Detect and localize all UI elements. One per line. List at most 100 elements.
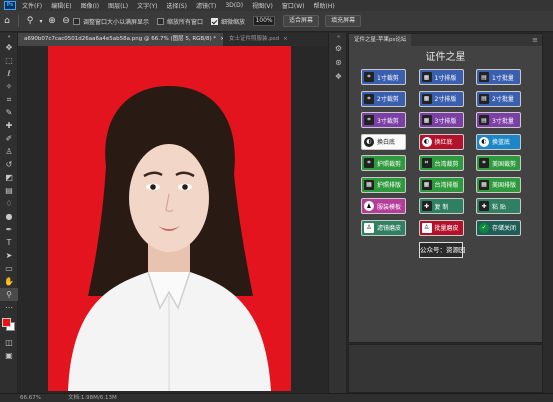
layout-1inch-button[interactable]: ▦ 1寸排版	[418, 69, 464, 85]
menu-filter[interactable]: 滤镜(T)	[196, 1, 216, 10]
menu-edit[interactable]: 编辑(E)	[51, 1, 71, 10]
zoom-tool-icon[interactable]: ⚲	[0, 288, 18, 301]
menu-file[interactable]: 文件(F)	[22, 1, 42, 10]
color-swatches[interactable]	[0, 314, 18, 336]
photoshop-window: Ps 文件(F) 编辑(E) 图像(I) 图层(L) 文字(Y) 选择(S) 滤…	[0, 0, 553, 402]
batch-3inch-button[interactable]: ▤ 3寸批量	[476, 112, 521, 128]
button-label: 美国排版	[492, 182, 517, 189]
healing-brush-tool-icon[interactable]: ✚	[0, 119, 18, 132]
panel-menu-icon[interactable]: ≡	[532, 36, 538, 44]
gradient-tool-icon[interactable]: ▤	[0, 184, 18, 197]
collapse-icon[interactable]: »	[0, 33, 18, 41]
resize-windows-checkbox[interactable]: 调整窗口大小以满屏显示	[73, 17, 149, 26]
eyedropper-tool-icon[interactable]: ✎	[0, 106, 18, 119]
paste-button[interactable]: ✚ 粘 贴	[476, 198, 521, 214]
hand-tool-icon[interactable]: ✋	[0, 275, 18, 288]
red-background-button[interactable]: ◐ 换红底	[418, 133, 464, 150]
clothes-template-button[interactable]: ♟ 服装模板	[361, 198, 406, 214]
menu-help[interactable]: 帮助(H)	[314, 1, 335, 10]
panel-title: 证件之星	[425, 52, 466, 63]
layout-3inch-button[interactable]: ▦ 3寸排版	[418, 112, 464, 128]
button-label: 换白底	[377, 139, 396, 146]
marquee-tool-icon[interactable]: ⬚	[0, 54, 18, 67]
quick-mask-icon[interactable]: ◫	[0, 336, 18, 349]
plugin-icon[interactable]: ⚙	[329, 41, 348, 55]
rectangle-tool-icon[interactable]: ▭	[0, 262, 18, 275]
type-tool-icon[interactable]: T	[0, 236, 18, 249]
more-tools-icon[interactable]: ⋯	[0, 301, 18, 314]
history-brush-tool-icon[interactable]: ↺	[0, 158, 18, 171]
magic-wand-tool-icon[interactable]: ✧	[0, 80, 18, 93]
blur-tool-icon[interactable]: ♢	[0, 197, 18, 210]
tab-document-active[interactable]: a690b07c7cac0501d26aa6a4e5ab58a.png @ 66…	[18, 33, 223, 46]
button-label: 3寸裁剪	[377, 117, 399, 125]
tab-document-clothes[interactable]: 女士证件照服装.psd ×	[223, 33, 328, 46]
scrubby-zoom-label: 细微缩放	[221, 18, 246, 26]
checkbox-box-checked[interactable]	[211, 17, 219, 25]
tab-zhengjian[interactable]: 证件之星-苹果ps论坛	[349, 34, 412, 46]
menu-type[interactable]: 文字(Y)	[137, 1, 157, 10]
usa-layout-button[interactable]: ▦ 美国排版	[476, 176, 521, 193]
checkbox-box[interactable]	[157, 17, 165, 25]
brush-tool-icon[interactable]: ✐	[0, 132, 18, 145]
fit-screen-button[interactable]: 适合屏幕	[283, 15, 320, 27]
lasso-tool-icon[interactable]: ℓ	[0, 67, 18, 80]
close-icon[interactable]: ×	[283, 36, 288, 42]
usa-crop-button[interactable]: ⌗ 美国裁剪	[476, 155, 521, 171]
zoom-tool-icon[interactable]: ⚲	[23, 14, 37, 28]
move-tool-icon[interactable]: ✥	[0, 41, 18, 54]
batch-icon: ▤	[479, 72, 489, 82]
chevron-down-icon[interactable]: ▾	[37, 14, 45, 28]
filter-smoothing-button[interactable]: ♙ 滤镜磨皮	[361, 219, 406, 236]
batch-1inch-button[interactable]: ▤ 1寸批量	[476, 69, 521, 85]
eraser-tool-icon[interactable]: ◩	[0, 171, 18, 184]
canvas-area[interactable]	[18, 46, 328, 393]
crop-2inch-button[interactable]: ⌗ 2寸裁剪	[361, 90, 406, 107]
cube-icon[interactable]: ❖	[329, 69, 348, 83]
crop-1inch-button[interactable]: ⌗ 1寸裁剪	[361, 69, 406, 85]
menu-image[interactable]: 图像(I)	[81, 1, 99, 10]
document-tabs: a690b07c7cac0501d26aa6a4e5ab58a.png @ 66…	[18, 33, 328, 46]
crop-tool-icon[interactable]: ⌗	[0, 93, 18, 106]
menu-3d[interactable]: 3D(D)	[225, 2, 243, 9]
crop-3inch-button[interactable]: ⌗ 3寸裁剪	[361, 112, 406, 128]
zoom-level[interactable]: 66.67%	[20, 394, 41, 402]
home-icon[interactable]: ⌂	[0, 14, 14, 28]
zoom-percent-field[interactable]: 100%	[253, 16, 276, 26]
white-background-button[interactable]: ◐ 换白底	[361, 133, 406, 150]
screen-mode-icon[interactable]: ▣	[0, 349, 18, 362]
dodge-tool-icon[interactable]: ●	[0, 210, 18, 223]
taiwan-layout-button[interactable]: ▦ 台湾排版	[418, 176, 464, 193]
blue-background-button[interactable]: ◐ 换蓝底	[476, 133, 521, 150]
portrait-image	[68, 86, 271, 391]
path-selection-tool-icon[interactable]: ➤	[0, 249, 18, 262]
adjustments-icon[interactable]: ⊛	[329, 55, 348, 69]
button-row: ⌗ 1寸裁剪 ▦ 1寸排版 ▤ 1寸批量	[361, 69, 521, 91]
crop-icon: ⌗	[364, 115, 374, 125]
zoom-all-windows-checkbox[interactable]: 缩放所有窗口	[157, 17, 203, 26]
collapse-icon[interactable]: «	[329, 33, 348, 41]
menu-view[interactable]: 视图(V)	[252, 1, 273, 10]
layout-2inch-button[interactable]: ▦ 2寸排版	[418, 90, 464, 107]
menu-window[interactable]: 窗口(W)	[282, 1, 305, 10]
batch-2inch-button[interactable]: ▤ 2寸批量	[476, 90, 521, 107]
menu-layer[interactable]: 图层(L)	[108, 1, 128, 10]
batch-smoothing-button[interactable]: ♙ 批量磨皮	[418, 219, 464, 236]
foreground-color-swatch[interactable]	[2, 318, 11, 327]
save-close-button[interactable]: ✓ 存储关闭	[476, 219, 521, 236]
zoom-in-icon[interactable]: ⊕	[45, 14, 59, 28]
button-row: ♙ 滤镜磨皮 ♙ 批量磨皮 ✓ 存储关闭	[361, 219, 521, 242]
passport-layout-button[interactable]: ▦ 护照排版	[361, 176, 406, 193]
stamp-tool-icon[interactable]: ♙	[0, 145, 18, 158]
taiwan-crop-button[interactable]: ⌗ 台湾裁剪	[418, 155, 464, 171]
scrubby-zoom-checkbox[interactable]: 细微缩放	[211, 17, 245, 26]
fill-screen-button[interactable]: 填充屏幕	[325, 15, 362, 27]
passport-crop-button[interactable]: ⌗ 护照裁剪	[361, 155, 406, 171]
copy-button[interactable]: ✚ 复 制	[418, 198, 464, 214]
copy-icon: ✚	[421, 201, 432, 211]
crop-icon: ⌗	[421, 158, 432, 168]
pen-tool-icon[interactable]: ✒	[0, 223, 18, 236]
checkbox-box[interactable]	[73, 17, 80, 25]
zoom-out-icon[interactable]: ⊖	[59, 14, 73, 28]
menu-select[interactable]: 选择(S)	[166, 1, 187, 10]
